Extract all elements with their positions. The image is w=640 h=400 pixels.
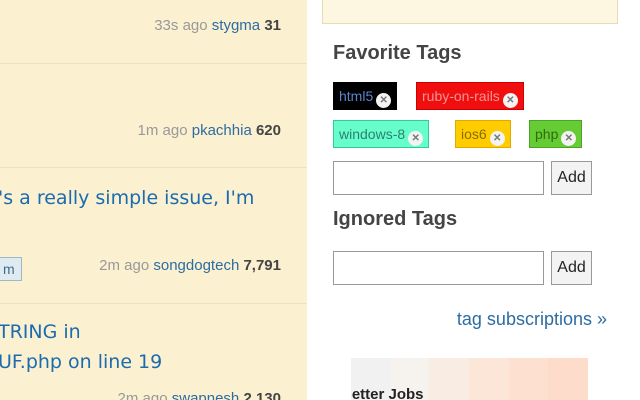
favorite-tag-ios6[interactable]: ios6 ✕ [455, 120, 511, 148]
question-title-link[interactable]: TRING in [0, 317, 81, 347]
tag-label: windows-8 [339, 126, 406, 142]
ignored-tags-heading: Ignored Tags [333, 208, 458, 230]
add-favorite-tag-button[interactable]: Add [551, 161, 592, 195]
question-title-link[interactable]: 's a really simple issue, I'm [0, 183, 254, 213]
remove-tag-icon[interactable]: ✕ [502, 93, 518, 108]
tag-label: php [535, 126, 559, 142]
question-list: 33s ago stygma 31 1m ago pkachhia 620 's… [0, 0, 307, 400]
question-meta: 2m ago songdogtech 7,791 [99, 257, 281, 274]
jobs-banner[interactable]: Better Jobs [351, 358, 588, 400]
question-user-link[interactable]: swapnesh [172, 390, 240, 400]
remove-tag-icon[interactable]: ✕ [561, 131, 577, 146]
question-title-link[interactable]: UF.php on line 19 [0, 347, 162, 377]
question-user-rep: 31 [264, 17, 281, 34]
question-time: 1m ago [137, 122, 188, 139]
sidebar-top-box [322, 0, 618, 24]
favorite-tags-heading: Favorite Tags [333, 42, 462, 64]
question-meta: 1m ago pkachhia 620 [138, 122, 281, 139]
jobs-banner-stripe [548, 358, 588, 400]
tag-label: ios6 [461, 126, 487, 142]
question-tag[interactable]: m [0, 257, 22, 281]
jobs-banner-stripe [469, 358, 509, 400]
question-user-link[interactable]: pkachhia [192, 122, 252, 139]
favorite-tag-input[interactable] [333, 161, 544, 195]
question-time: 2m ago [117, 390, 168, 400]
question-time: 33s ago [154, 17, 208, 34]
question-meta: 33s ago stygma 31 [154, 17, 281, 34]
add-ignored-tag-button[interactable]: Add [551, 251, 592, 285]
jobs-banner-title: Better Jobs [351, 386, 424, 400]
ignored-tag-input[interactable] [333, 251, 544, 285]
jobs-banner-stripe [509, 358, 548, 400]
question-user-link[interactable]: stygma [212, 17, 260, 34]
remove-tag-icon[interactable]: ✕ [408, 131, 424, 146]
question-user-rep: 2,130 [243, 390, 281, 400]
jobs-banner-stripe [429, 358, 469, 400]
favorite-tag-php[interactable]: php ✕ [529, 120, 583, 148]
question-meta: 2m ago swapnesh 2,130 [118, 390, 281, 400]
question-user-link[interactable]: songdogtech [153, 257, 239, 274]
question-user-rep: 7,791 [243, 257, 281, 274]
question-user-rep: 620 [255, 122, 281, 139]
sidebar: Favorite Tags html5 ✕ ruby-on-rails ✕ wind… [322, 0, 640, 400]
question-time: 2m ago [99, 257, 150, 274]
remove-tag-icon[interactable]: ✕ [489, 131, 505, 146]
tag-label: ruby-on-rails [422, 88, 500, 104]
remove-tag-icon[interactable]: ✕ [376, 93, 392, 108]
tag-label: html5 [339, 88, 374, 104]
favorite-tag-html5[interactable]: html5 ✕ [333, 82, 398, 110]
tag-subscriptions-link[interactable]: tag subscriptions » [457, 309, 607, 330]
question-row: 33s ago stygma 31 [0, 0, 307, 64]
favorite-tag-ruby-on-rails[interactable]: ruby-on-rails ✕ [416, 82, 524, 110]
question-row: 1m ago pkachhia 620 [0, 64, 307, 168]
favorite-tag-windows-8[interactable]: windows-8 ✕ [333, 120, 430, 148]
